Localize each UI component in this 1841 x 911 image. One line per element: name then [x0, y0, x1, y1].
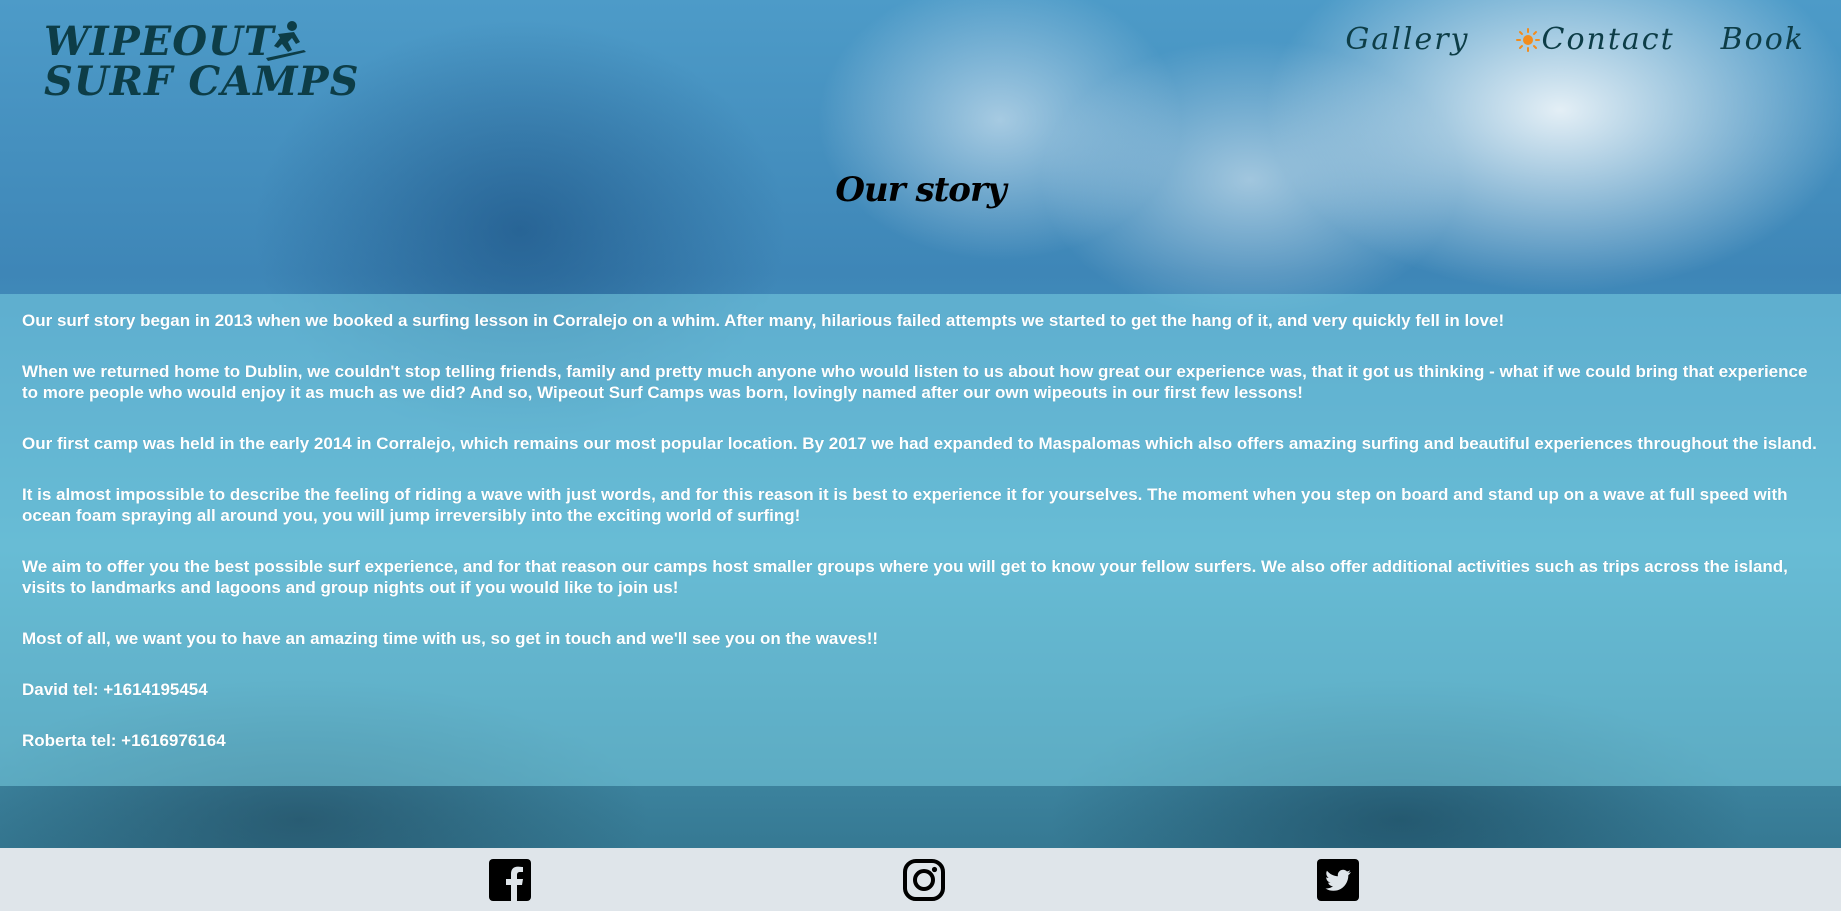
logo-line-1: WIPEOUT — [44, 18, 275, 65]
page-title: Our story — [835, 170, 1006, 210]
site-logo[interactable]: WIPEOUT SURF CAMPS — [44, 18, 360, 105]
nav-gallery-label: Gallery — [1345, 22, 1470, 57]
nav-book-link[interactable]: Book — [1721, 22, 1805, 57]
instagram-icon — [903, 859, 945, 901]
story-paragraph: Most of all, we want you to have an amaz… — [22, 629, 879, 648]
story-section: Our surf story began in 2013 when we boo… — [0, 294, 1841, 786]
instagram-link[interactable] — [902, 858, 946, 902]
story-paragraph: When we returned home to Dublin, we coul… — [22, 362, 1808, 402]
story-paragraph: It is almost impossible to describe the … — [22, 485, 1788, 525]
nav-contact-label: Contact — [1541, 22, 1675, 57]
logo-line-2: SURF CAMPS — [44, 58, 360, 105]
main-nav: Gallery Contact Book — [1345, 22, 1805, 57]
story-paragraph: Our first camp was held in the early 201… — [22, 434, 1817, 453]
facebook-link[interactable] — [488, 858, 532, 902]
nav-gallery-link[interactable]: Gallery — [1345, 22, 1469, 57]
story-paragraph: Our surf story began in 2013 when we boo… — [22, 311, 1505, 330]
page-title-band: Our story — [0, 170, 1841, 210]
contact-david: David tel: +1614195454 — [22, 680, 208, 699]
site-header: WIPEOUT SURF CAMPS Gallery Contact Book — [0, 0, 1841, 120]
site-footer — [0, 848, 1841, 911]
twitter-link[interactable] — [1316, 858, 1360, 902]
contact-roberta: Roberta tel: +1616976164 — [22, 731, 226, 750]
facebook-icon — [489, 859, 531, 902]
nav-contact-link[interactable]: Contact — [1515, 22, 1675, 57]
story-paragraph: We aim to offer you the best possible su… — [22, 557, 1788, 597]
twitter-icon — [1317, 859, 1359, 901]
nav-book-label: Book — [1720, 22, 1805, 57]
surfer-icon — [266, 21, 306, 61]
sun-icon — [1515, 27, 1540, 52]
